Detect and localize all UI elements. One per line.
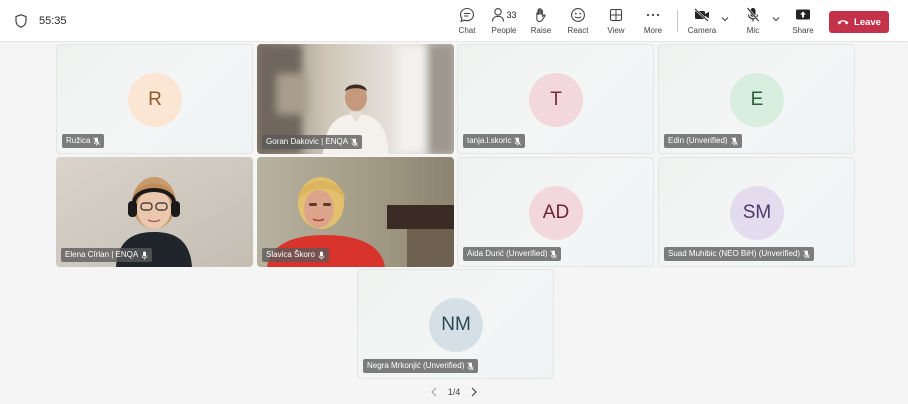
participant-name: Goran Dakovic | ENQA bbox=[266, 137, 349, 146]
avatar: SM bbox=[730, 186, 784, 240]
participant-nametag: Elena Cîrlan | ENQA bbox=[61, 248, 153, 262]
meeting-toolbar: 55:35 Chat 33 People Raise React View Mo… bbox=[0, 0, 908, 42]
raise-hand-button[interactable]: Raise bbox=[530, 6, 552, 38]
share-button[interactable]: Share bbox=[792, 6, 814, 38]
mic-off-icon bbox=[746, 7, 760, 22]
avatar: E bbox=[730, 73, 784, 127]
grid-view-icon bbox=[609, 8, 623, 22]
chat-icon bbox=[459, 7, 475, 23]
chevron-left-icon bbox=[430, 387, 437, 397]
mic-options-chevron-icon[interactable] bbox=[771, 14, 781, 24]
mic-muted-icon bbox=[93, 136, 101, 145]
participant-nametag: Slavica Škoro bbox=[262, 248, 329, 262]
participant-tile-negra-mrkonjic[interactable]: NM Negra Mrkonjić (Unverified) bbox=[357, 269, 554, 379]
more-button[interactable]: More bbox=[642, 6, 664, 38]
more-dots-icon bbox=[646, 13, 660, 17]
mic-muted-icon bbox=[351, 137, 358, 146]
participant-name: Slavica Škoro bbox=[266, 250, 315, 259]
participant-tile-slavica-skoro[interactable]: Slavica Škoro bbox=[257, 157, 454, 267]
participant-nametag: Negra Mrkonjić (Unverified) bbox=[363, 359, 479, 373]
participant-name: Edin (Unverified) bbox=[668, 136, 728, 145]
react-label: React bbox=[567, 26, 589, 35]
mic-muted-icon bbox=[803, 249, 810, 258]
share-label: Share bbox=[792, 26, 814, 35]
camera-off-icon bbox=[694, 8, 709, 22]
avatar: T bbox=[529, 73, 583, 127]
participant-nametag: Aida Durić (Unverified) bbox=[463, 247, 562, 261]
raise-label: Raise bbox=[530, 26, 552, 35]
avatar: NM bbox=[429, 298, 483, 352]
people-label: People bbox=[491, 26, 517, 35]
leave-label: Leave bbox=[854, 16, 881, 28]
chat-button[interactable]: Chat bbox=[456, 6, 478, 38]
participant-name: Ružica bbox=[66, 136, 91, 145]
more-label: More bbox=[643, 26, 663, 35]
people-icon bbox=[492, 8, 505, 22]
people-button[interactable]: 33 People bbox=[489, 6, 519, 38]
people-count: 33 bbox=[506, 10, 517, 20]
view-button[interactable]: View bbox=[605, 6, 627, 38]
shield-icon[interactable] bbox=[15, 14, 27, 28]
phone-hangup-icon bbox=[837, 20, 849, 25]
smiley-icon bbox=[571, 8, 585, 22]
camera-button[interactable]: Camera bbox=[688, 6, 716, 38]
participant-nametag: tanja.l.skoric bbox=[463, 134, 526, 148]
avatar: AD bbox=[529, 186, 583, 240]
chevron-right-icon bbox=[471, 387, 478, 397]
view-label: View bbox=[607, 26, 625, 35]
participant-tile-suad-muhibic[interactable]: SM Suad Muhibic (NEO BiH) (Unverified) bbox=[658, 157, 855, 267]
next-page-button[interactable] bbox=[468, 386, 480, 398]
participant-tile-ruzica[interactable]: R Ružica bbox=[56, 44, 253, 154]
participant-tile-elena-cirlan[interactable]: Elena Cîrlan | ENQA bbox=[56, 157, 253, 267]
participant-tile-tanja-skoric[interactable]: T tanja.l.skoric bbox=[457, 44, 654, 154]
camera-options-chevron-icon[interactable] bbox=[720, 14, 730, 24]
mic-button[interactable]: Mic bbox=[742, 6, 764, 38]
gallery-pager: 1/4 bbox=[0, 386, 908, 398]
participant-name: tanja.l.skoric bbox=[467, 136, 512, 145]
mic-muted-icon bbox=[467, 361, 475, 370]
hand-icon bbox=[536, 8, 546, 23]
mic-muted-icon bbox=[550, 249, 558, 258]
participant-tile-edin[interactable]: E Edin (Unverified) bbox=[658, 44, 855, 154]
share-screen-icon bbox=[796, 9, 810, 20]
mic-icon bbox=[141, 251, 148, 259]
toolbar-divider bbox=[677, 10, 678, 32]
participant-nametag: Ružica bbox=[62, 134, 105, 148]
participant-tile-aida-duric[interactable]: AD Aida Durić (Unverified) bbox=[457, 157, 654, 267]
camera-label: Camera bbox=[687, 26, 717, 35]
leave-button[interactable]: Leave bbox=[829, 11, 889, 33]
page-indicator: 1/4 bbox=[447, 387, 461, 397]
react-button[interactable]: React bbox=[567, 6, 589, 38]
participant-name: Suad Muhibic (NEO BiH) (Unverified) bbox=[668, 249, 801, 258]
participant-name: Elena Cîrlan | ENQA bbox=[65, 250, 139, 259]
previous-page-button[interactable] bbox=[428, 386, 440, 398]
mic-muted-icon bbox=[514, 136, 522, 145]
meeting-timer: 55:35 bbox=[39, 15, 67, 27]
participant-nametag: Goran Dakovic | ENQA bbox=[262, 135, 363, 149]
mic-muted-icon bbox=[730, 136, 738, 145]
participant-name: Aida Durić (Unverified) bbox=[467, 249, 548, 258]
participant-name: Negra Mrkonjić (Unverified) bbox=[367, 361, 465, 370]
participant-nametag: Suad Muhibic (NEO BiH) (Unverified) bbox=[664, 247, 815, 261]
avatar: R bbox=[128, 73, 182, 127]
participant-tile-goran-dakovic[interactable]: Goran Dakovic | ENQA bbox=[257, 44, 454, 154]
mic-label: Mic bbox=[746, 26, 760, 35]
mic-icon bbox=[318, 251, 325, 259]
chat-label: Chat bbox=[458, 26, 476, 35]
participant-nametag: Edin (Unverified) bbox=[664, 134, 742, 148]
